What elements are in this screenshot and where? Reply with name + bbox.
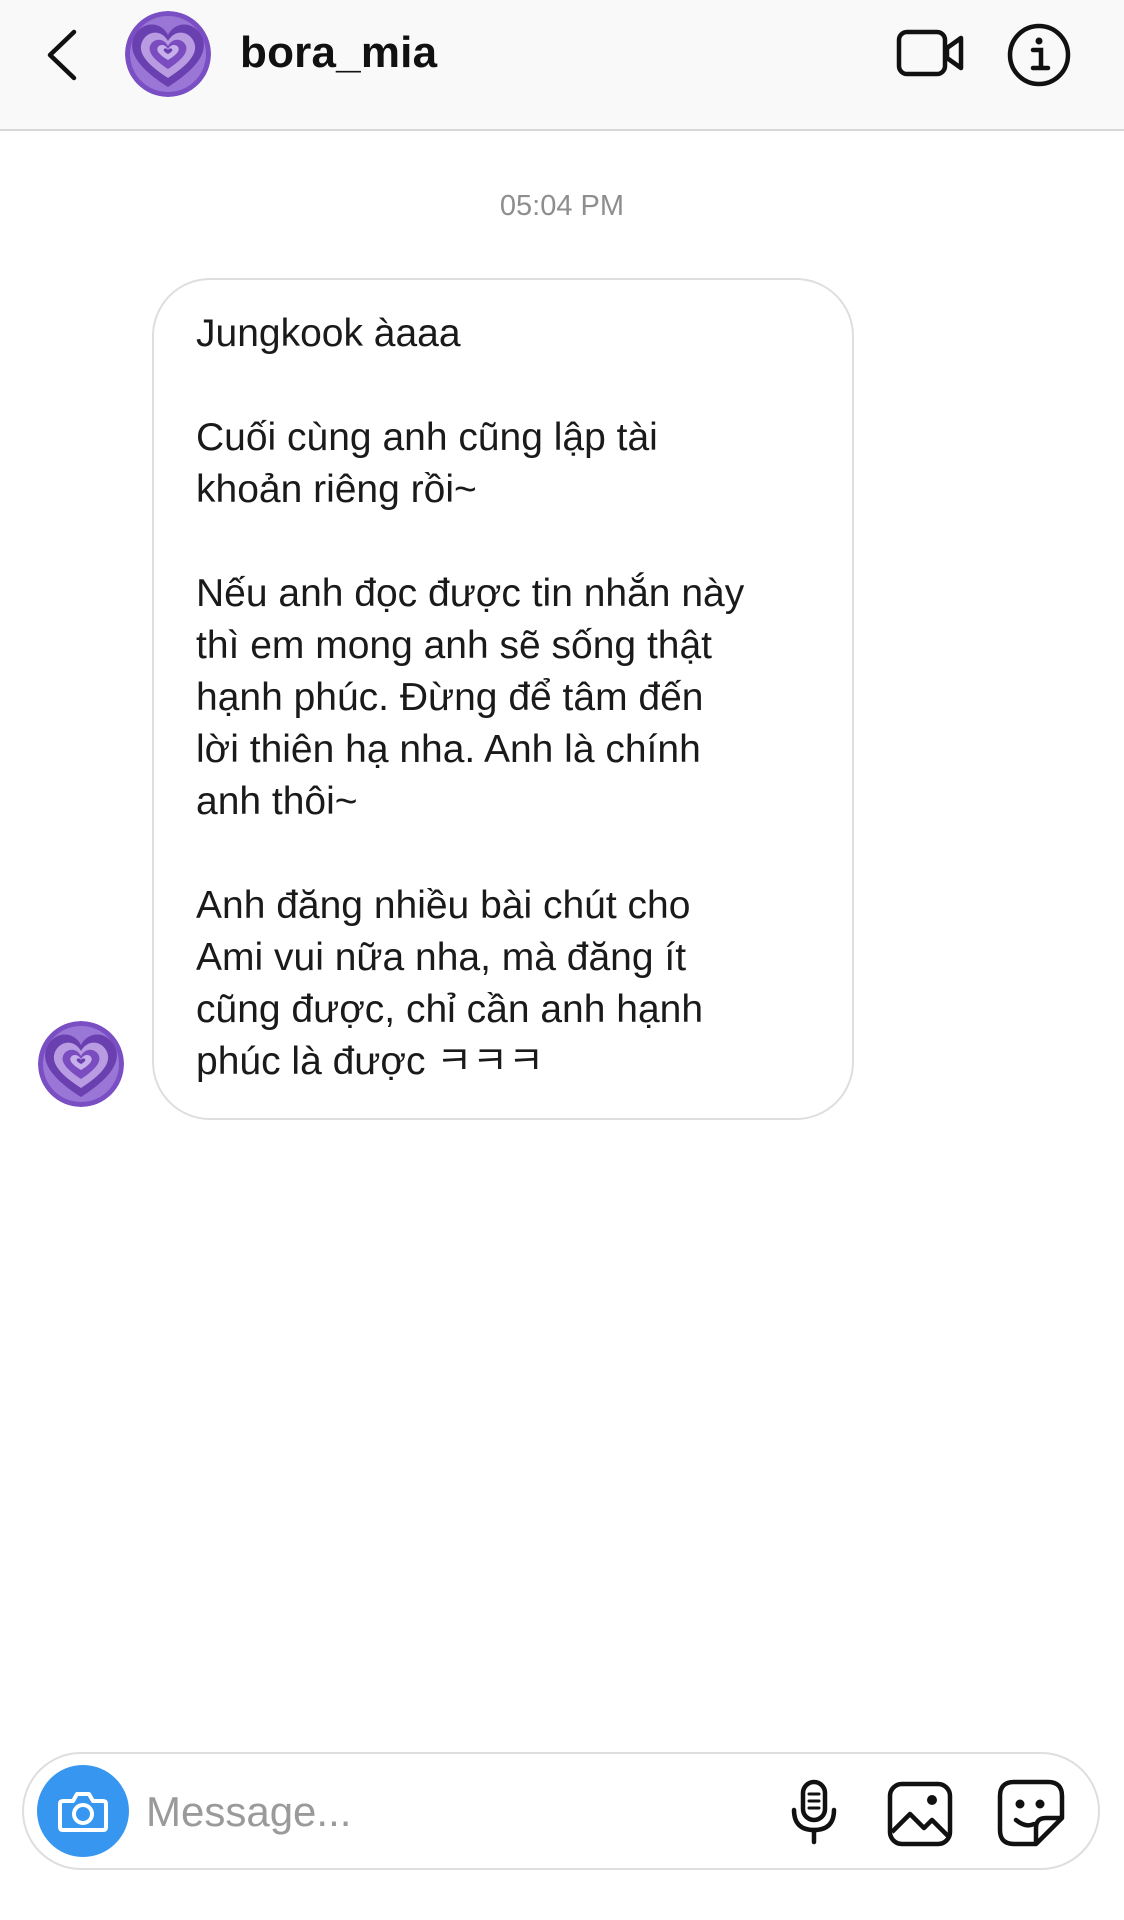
video-call-button[interactable] (895, 26, 967, 82)
info-icon (1007, 23, 1071, 87)
message-bubble[interactable]: Jungkook àaaa Cuối cùng anh cũng lập tài… (152, 278, 854, 1120)
camera-icon (58, 1792, 108, 1832)
gallery-button[interactable] (886, 1780, 954, 1848)
purple-heart-avatar-icon (125, 11, 211, 97)
message-timestamp: 05:04 PM (499, 190, 625, 222)
sticker-icon (997, 1779, 1065, 1847)
profile-avatar[interactable] (125, 11, 211, 97)
message-composer (22, 1752, 1100, 1870)
microphone-icon (791, 1779, 837, 1845)
info-button[interactable] (1006, 22, 1072, 88)
sticker-button[interactable] (996, 1778, 1066, 1848)
voice-message-button[interactable] (786, 1778, 842, 1848)
purple-heart-avatar-icon (38, 1021, 124, 1107)
sender-avatar[interactable] (38, 1021, 124, 1107)
chevron-left-icon (47, 29, 77, 81)
chat-username[interactable]: bora_mia (240, 28, 437, 78)
camera-button[interactable] (37, 1765, 129, 1857)
gallery-icon (887, 1781, 953, 1847)
video-camera-icon (896, 29, 964, 77)
chat-header: bora_mia (0, 0, 1124, 131)
message-input[interactable] (146, 1782, 646, 1842)
back-button[interactable] (34, 24, 90, 86)
